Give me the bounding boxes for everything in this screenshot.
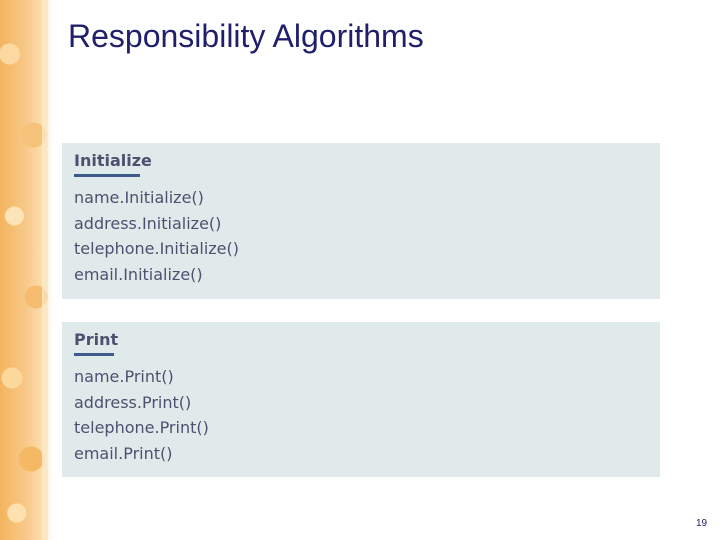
print-step: name.Print() [74,367,174,386]
print-steps: name.Print() address.Print() telephone.P… [74,364,648,466]
print-heading-underline [74,353,114,356]
print-heading: Print [74,330,119,349]
decorative-side-band [0,0,54,540]
initialize-step: address.Initialize() [74,213,222,233]
print-step: email.Print() [74,443,173,463]
initialize-step: email.Initialize() [74,264,203,284]
initialize-steps: name.Initialize() address.Initialize() t… [74,185,648,287]
initialize-step: telephone.Initialize() [74,239,240,258]
slide-title: Responsibility Algorithms [68,18,424,54]
print-panel: Print name.Print() address.Print() telep… [62,322,660,477]
slide: Responsibility Algorithms Initialize nam… [0,0,720,540]
initialize-heading: Initialize [74,151,152,170]
initialize-panel: Initialize name.Initialize() address.Ini… [62,143,660,299]
initialize-heading-underline [74,174,140,177]
page-number: 19 [696,518,708,529]
print-step: address.Print() [74,392,192,412]
print-step: telephone.Print() [74,418,209,437]
initialize-step: name.Initialize() [74,188,204,207]
